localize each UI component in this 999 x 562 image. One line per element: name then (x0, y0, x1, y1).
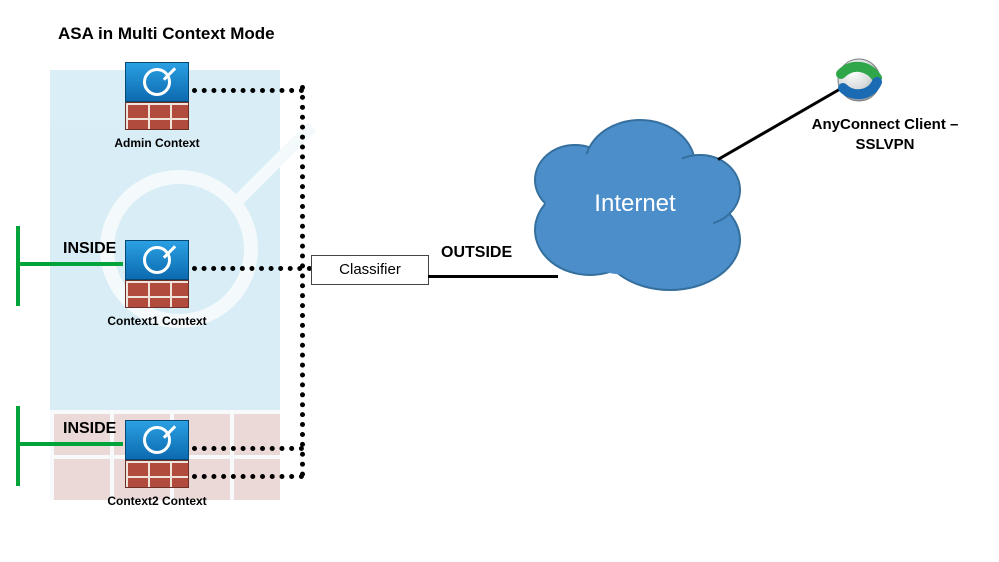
admin-context-label: Admin Context (77, 136, 237, 150)
inside-rail-2-horizontal (16, 442, 123, 446)
classifier-box: Classifier (311, 255, 429, 285)
diagram-title: ASA in Multi Context Mode (58, 24, 275, 44)
inside-label-2: INSIDE (63, 420, 116, 438)
internet-cloud: Internet (520, 110, 750, 300)
context2-icon (125, 420, 189, 488)
context2-label: Context2 Context (77, 494, 237, 508)
context1-label: Context1 Context (77, 314, 237, 328)
anyconnect-client-label: AnyConnect Client – SSLVPN (790, 115, 980, 154)
inside-rail-1-vertical (16, 226, 20, 306)
inside-rail-1-horizontal (16, 262, 123, 266)
context2-connector-b (192, 474, 304, 479)
context1-icon (125, 240, 189, 308)
outside-label: OUTSIDE (441, 244, 512, 262)
context-bus-vertical (300, 85, 305, 477)
internet-cloud-label: Internet (520, 190, 750, 218)
admin-context-connector (192, 88, 304, 93)
inside-label-1: INSIDE (63, 240, 116, 258)
context2-connector (192, 446, 304, 451)
anyconnect-client-label-line1: AnyConnect Client – (812, 116, 959, 133)
inside-rail-2-vertical (16, 406, 20, 486)
admin-context-icon (125, 62, 189, 130)
anyconnect-client-icon (835, 56, 883, 104)
context1-connector (192, 266, 312, 271)
anyconnect-client-label-line2: SSLVPN (856, 136, 915, 153)
